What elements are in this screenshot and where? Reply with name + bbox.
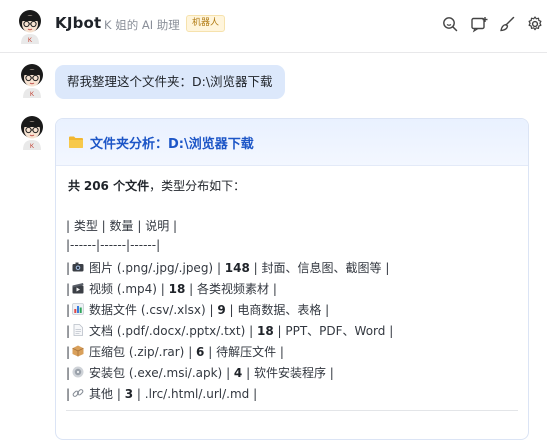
search-icon[interactable] [441, 15, 459, 33]
table-row: | 数据文件 (.csv/.xlsx) | 9 | 电商数据、表格 | [66, 303, 330, 317]
bot-card-header: 文件夹分析：D:\浏览器下载 [56, 119, 528, 166]
settings-icon[interactable] [526, 15, 544, 33]
table-row: | 其他 | 3 | .lrc/.html/.url/.md | [66, 387, 258, 401]
bot-message-avatar[interactable]: K [16, 114, 48, 150]
document-icon [72, 324, 84, 336]
video-icon [72, 282, 84, 294]
link-icon [72, 387, 84, 399]
bot-subtitle: K 姐的 AI 助理 [104, 18, 180, 32]
installer-icon [72, 366, 84, 378]
bot-message-card: 文件夹分析：D:\浏览器下载 共 206 个文件，类型分布如下： | 类型 | … [55, 118, 529, 440]
table-row: | 视频 (.mp4) | 18 | 各类视频素材 | [66, 282, 277, 296]
svg-text:K: K [30, 144, 34, 150]
clean-icon[interactable] [498, 15, 516, 33]
svg-text:K: K [28, 38, 32, 44]
user-avatar[interactable]: K [16, 62, 48, 98]
table-row: | 安装包 (.exe/.msi/.apk) | 4 | 软件安装程序 | [66, 366, 334, 380]
bot-name: KJbot [55, 14, 102, 32]
package-icon [72, 345, 84, 357]
summary-count: 206 个文件 [83, 179, 150, 193]
svg-text:K: K [30, 92, 34, 98]
add-chat-icon[interactable] [470, 15, 488, 33]
camera-icon [72, 261, 84, 273]
divider [66, 410, 518, 411]
bar-chart-icon [72, 303, 84, 315]
summary-text: 共 206 个文件，类型分布如下： [68, 179, 246, 193]
folder-icon [68, 134, 84, 148]
user-message-bubble: 帮我整理这个文件夹：D:\浏览器下载 [55, 65, 285, 99]
table-row: | 文档 (.pdf/.docx/.pptx/.txt) | 18 | PPT、P… [66, 324, 394, 338]
table-separator: |------|------|------| [66, 238, 161, 252]
table-row: | 压缩包 (.zip/.rar) | 6 | 待解压文件 | [66, 345, 284, 359]
bot-badge: 机器人 [186, 15, 226, 32]
chat-header: K KJbot K 姐的 AI 助理 机器人 [0, 0, 547, 53]
bot-avatar[interactable]: K [14, 8, 46, 44]
table-header: | 类型 | 数量 | 说明 | [66, 219, 178, 233]
bot-card-title: 文件夹分析：D:\浏览器下载 [90, 137, 254, 152]
table-row: | 图片 (.png/.jpg/.jpeg) | 148 | 封面、信息图、截图等… [66, 261, 390, 275]
